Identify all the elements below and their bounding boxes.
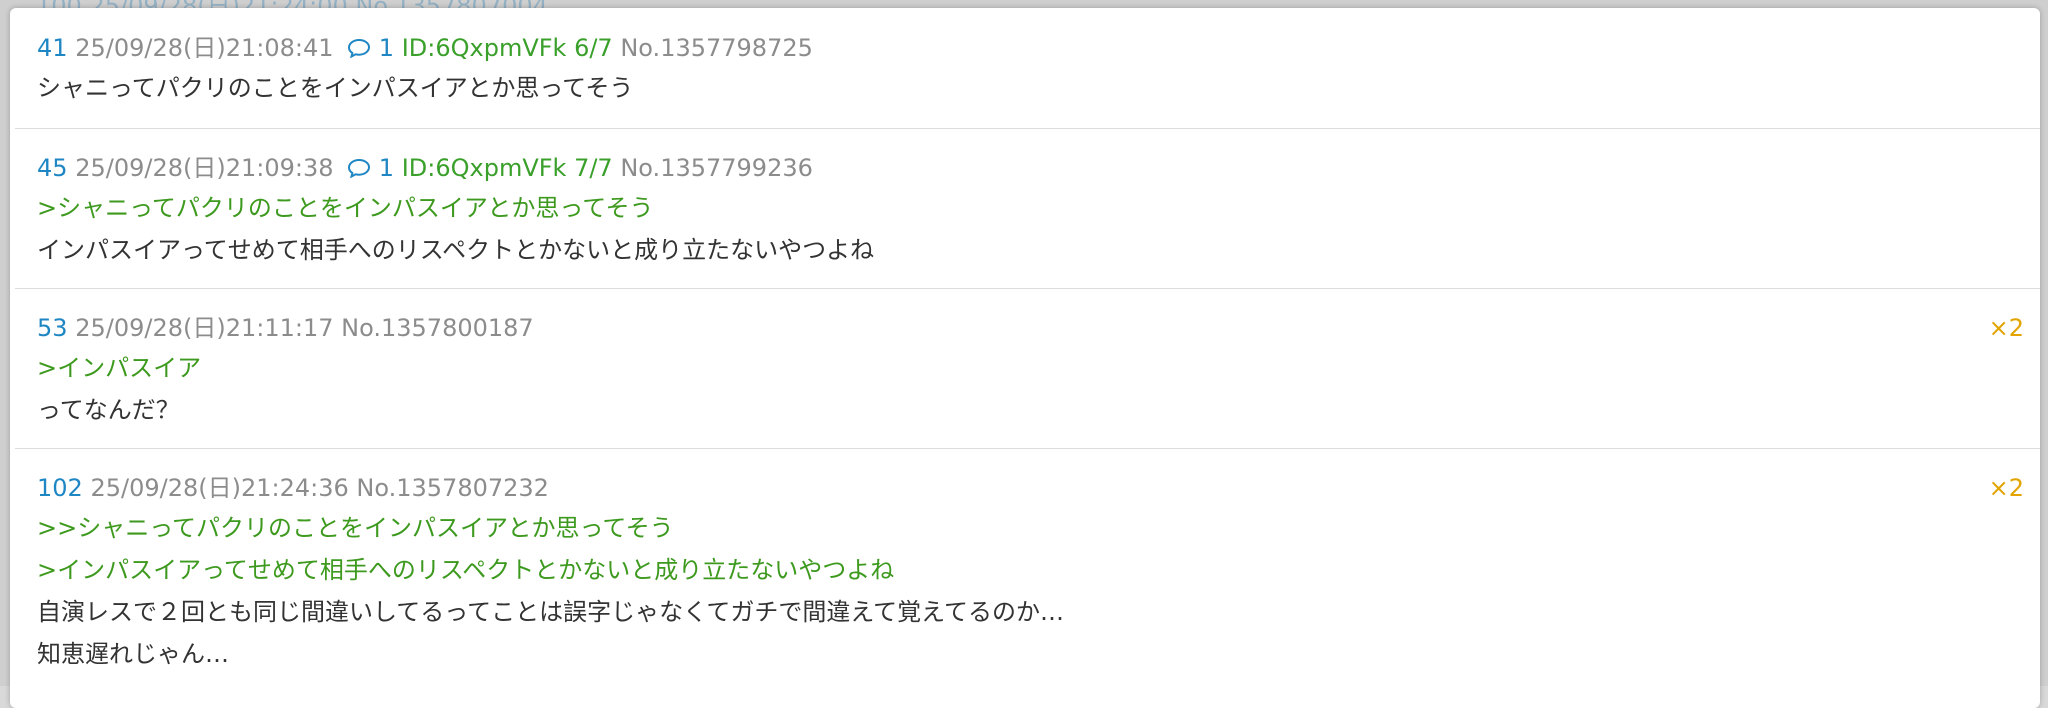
post-body-line: ってなんだ？ xyxy=(37,396,180,424)
post-date: 25/09/28(日)21:09:38 xyxy=(75,154,334,182)
post-date: 25/09/28(日)21:24:36 xyxy=(90,474,349,502)
post-header: 102 25/09/28(日)21:24:36 No.1357807232 xyxy=(37,472,549,504)
poster-id[interactable]: ID:6QxpmVFk 6/7 xyxy=(402,34,613,62)
quote-line[interactable]: >インパスイア xyxy=(37,352,201,384)
quote-line[interactable]: >インパスイアってせめて相手へのリスペクトとかないと成り立たないやつよね xyxy=(37,554,894,586)
post-number[interactable]: 53 xyxy=(37,314,68,342)
reply-bubble-icon[interactable] xyxy=(347,38,371,58)
post-body-line: 知恵遅れじゃん… xyxy=(37,640,229,668)
post-41: 41 25/09/28(日)21:08:41 1 ID:6QxpmVFk 6/7… xyxy=(15,8,2040,129)
post-number[interactable]: 41 xyxy=(37,34,68,62)
post-body-line: インパスイアってせめて相手へのリスペクトとかないと成り立たないやつよね xyxy=(37,236,875,264)
quote-line[interactable]: >>シャニってパクリのことをインパスイアとか思ってそう xyxy=(37,512,674,544)
reply-bubble-icon[interactable] xyxy=(347,158,371,178)
poster-id[interactable]: ID:6QxpmVFk 7/7 xyxy=(402,154,613,182)
post-header: 45 25/09/28(日)21:09:38 1 ID:6QxpmVFk 7/7… xyxy=(37,152,813,184)
post-header: 53 25/09/28(日)21:11:17 No.1357800187 xyxy=(37,312,534,344)
quoted-times-badge[interactable]: ×2 xyxy=(1989,312,2024,344)
post-date: 25/09/28(日)21:08:41 xyxy=(75,34,334,62)
post-no[interactable]: No.1357799236 xyxy=(620,154,813,182)
post-53: 53 25/09/28(日)21:11:17 No.1357800187 ×2 … xyxy=(15,288,2040,449)
reply-count[interactable]: 1 xyxy=(379,154,394,182)
quote-line[interactable]: >シャニってパクリのことをインパスイアとか思ってそう xyxy=(37,192,654,224)
post-number[interactable]: 45 xyxy=(37,154,68,182)
post-number[interactable]: 102 xyxy=(37,474,83,502)
quoted-times-badge[interactable]: ×2 xyxy=(1989,472,2024,504)
post-102: 102 25/09/28(日)21:24:36 No.1357807232 ×2… xyxy=(15,448,2040,708)
post-no[interactable]: No.1357798725 xyxy=(620,34,813,62)
reply-count[interactable]: 1 xyxy=(379,34,394,62)
reply-popup: 41 25/09/28(日)21:08:41 1 ID:6QxpmVFk 6/7… xyxy=(10,8,2040,708)
post-no[interactable]: No.1357800187 xyxy=(341,314,534,342)
post-no[interactable]: No.1357807232 xyxy=(356,474,549,502)
post-body-line: 自演レスで２回とも同じ間違いしてるってことは誤字じゃなくてガチで間違えて覚えてる… xyxy=(37,598,1064,626)
post-45: 45 25/09/28(日)21:09:38 1 ID:6QxpmVFk 7/7… xyxy=(15,128,2040,289)
post-header: 41 25/09/28(日)21:08:41 1 ID:6QxpmVFk 6/7… xyxy=(37,32,813,64)
post-body-line: シャニってパクリのことをインパスイアとか思ってそう xyxy=(37,74,634,102)
post-date: 25/09/28(日)21:11:17 xyxy=(75,314,334,342)
